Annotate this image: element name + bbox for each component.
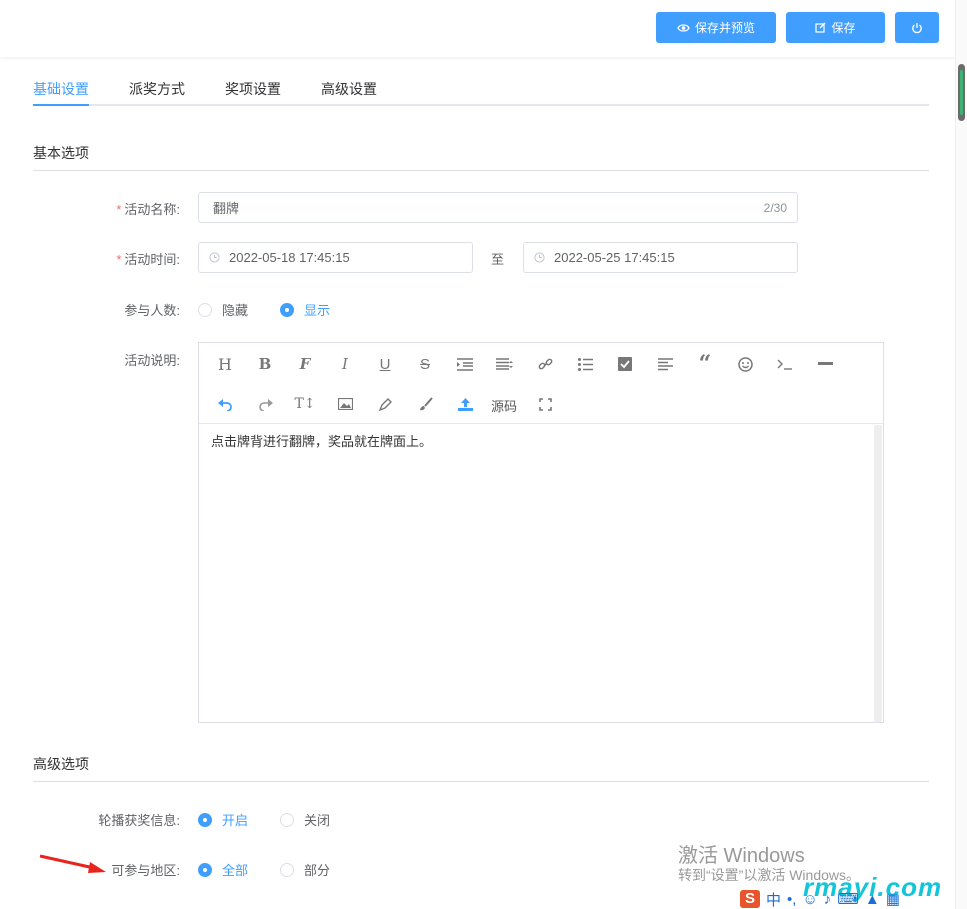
carousel-label: 轮播获奖信息: bbox=[98, 813, 180, 828]
redo-icon[interactable] bbox=[254, 393, 276, 415]
active-tab-indicator bbox=[33, 104, 89, 106]
end-time-picker[interactable]: 2022-05-25 17:45:15 bbox=[523, 242, 798, 273]
radio-dot bbox=[198, 302, 212, 317]
emoji-icon[interactable]: ☺ bbox=[802, 891, 817, 908]
top-bar: 保存并预览 保存 bbox=[0, 0, 955, 57]
editor-toolbar: H B F I U S “ T↕ 源码 bbox=[199, 343, 883, 424]
advanced-section-title: 高级选项 bbox=[33, 756, 89, 772]
activity-time-label: * 活动时间: bbox=[116, 252, 180, 267]
advanced-section-divider bbox=[33, 781, 929, 782]
power-icon bbox=[911, 22, 923, 34]
eye-icon bbox=[677, 23, 690, 33]
power-button[interactable] bbox=[895, 12, 939, 43]
save-and-preview-label: 保存并预览 bbox=[694, 21, 755, 35]
tab-advanced-settings[interactable]: 高级设置 bbox=[321, 79, 377, 99]
rich-text-editor: H B F I U S “ T↕ 源码 点击牌背进行翻牌，奖品就在牌面上。 bbox=[198, 342, 884, 723]
edit-icon bbox=[815, 22, 826, 33]
radio-dot bbox=[198, 812, 212, 827]
ime-language[interactable]: 中 bbox=[766, 889, 781, 909]
bold-icon[interactable]: B bbox=[254, 353, 276, 375]
basic-section-title: 基本选项 bbox=[33, 145, 89, 161]
link-icon[interactable] bbox=[534, 353, 556, 375]
grid-icon[interactable]: ▦ bbox=[886, 890, 900, 908]
start-time-value: 2022-05-18 17:45:15 bbox=[229, 250, 350, 265]
sogou-logo-icon: S bbox=[740, 890, 760, 908]
radio-label: 部分 bbox=[304, 863, 331, 878]
list-icon[interactable] bbox=[574, 353, 596, 375]
description-label: 活动说明: bbox=[124, 353, 180, 368]
radio-label: 全部 bbox=[222, 863, 249, 878]
tab-basic-settings[interactable]: 基础设置 bbox=[33, 79, 89, 99]
source-code-button[interactable]: 源码 bbox=[491, 396, 517, 415]
ime-toolbar[interactable]: S 中 •, ☺ ♪ ⌨ ▲ ▦ bbox=[740, 889, 955, 909]
upload-icon[interactable] bbox=[454, 393, 476, 415]
clock-icon bbox=[209, 252, 220, 263]
line-height-icon[interactable] bbox=[494, 353, 516, 375]
align-icon[interactable] bbox=[654, 353, 676, 375]
italic-icon[interactable]: I bbox=[334, 353, 356, 375]
undo-icon[interactable] bbox=[214, 393, 236, 415]
emoji-icon[interactable] bbox=[734, 353, 756, 375]
start-time-picker[interactable]: 2022-05-18 17:45:15 bbox=[198, 242, 473, 273]
font-icon[interactable]: F bbox=[294, 353, 316, 375]
activity-name-char-count: 2/30 bbox=[763, 200, 787, 215]
editor-content[interactable]: 点击牌背进行翻牌，奖品就在牌面上。 bbox=[211, 431, 432, 450]
radio-dot bbox=[280, 862, 294, 877]
radio-dot bbox=[198, 862, 212, 877]
page-scrollbar-track[interactable] bbox=[955, 0, 967, 909]
page-scrollbar-thumb[interactable] bbox=[958, 64, 965, 121]
settings-tabs: 基础设置 派奖方式 奖项设置 高级设置 bbox=[33, 66, 929, 106]
activity-name-label: * 活动名称: bbox=[116, 202, 180, 217]
save-label: 保存 bbox=[831, 21, 856, 35]
tab-prize-settings[interactable]: 奖项设置 bbox=[225, 79, 281, 99]
radio-label: 开启 bbox=[222, 813, 249, 828]
strikethrough-icon[interactable]: S bbox=[414, 353, 436, 375]
horizontal-rule-icon[interactable] bbox=[814, 353, 836, 375]
code-icon[interactable] bbox=[774, 353, 796, 375]
region-radio-partial[interactable]: 部分 bbox=[280, 860, 330, 879]
region-radio-all[interactable]: 全部 bbox=[198, 860, 248, 879]
fullscreen-icon[interactable] bbox=[534, 393, 556, 415]
carousel-radio-off[interactable]: 关闭 bbox=[280, 810, 330, 829]
editor-scrollbar[interactable] bbox=[874, 425, 882, 722]
activity-name-value: 翻牌 bbox=[213, 201, 240, 216]
required-mark: * bbox=[116, 252, 122, 267]
radio-dot bbox=[280, 812, 294, 827]
microphone-icon[interactable]: ♪ bbox=[824, 891, 832, 908]
quote-icon[interactable]: “ bbox=[694, 351, 716, 377]
participants-radio-show[interactable]: 显示 bbox=[280, 300, 330, 319]
save-button[interactable]: 保存 bbox=[786, 12, 885, 43]
punctuation-icon[interactable]: •, bbox=[787, 891, 796, 908]
underline-icon[interactable]: U bbox=[374, 353, 396, 375]
activity-name-field[interactable]: 翻牌 2/30 bbox=[198, 192, 798, 223]
annotation-arrow-icon bbox=[39, 854, 106, 873]
checkbox-icon[interactable] bbox=[614, 353, 636, 375]
radio-label: 关闭 bbox=[304, 813, 331, 828]
participants-label: 参与人数: bbox=[124, 303, 180, 318]
radio-label: 显示 bbox=[304, 303, 331, 318]
heading-icon[interactable]: H bbox=[214, 353, 236, 375]
shirt-icon[interactable]: ▲ bbox=[865, 891, 880, 908]
pen-icon[interactable] bbox=[374, 393, 396, 415]
keyboard-icon[interactable]: ⌨ bbox=[837, 890, 859, 908]
carousel-radio-on[interactable]: 开启 bbox=[198, 810, 248, 829]
brush-icon[interactable] bbox=[414, 393, 436, 415]
participants-radio-hide[interactable]: 隐藏 bbox=[198, 300, 248, 319]
text-size-icon[interactable]: T↕ bbox=[294, 393, 316, 415]
radio-dot bbox=[280, 302, 294, 317]
tab-award-method[interactable]: 派奖方式 bbox=[129, 79, 185, 99]
clock-icon bbox=[534, 252, 545, 263]
time-range-separator: 至 bbox=[491, 252, 505, 267]
windows-activation-title: 激活 Windows bbox=[678, 845, 805, 867]
end-time-value: 2022-05-25 17:45:15 bbox=[554, 250, 675, 265]
basic-section-divider bbox=[33, 170, 929, 171]
indent-icon[interactable] bbox=[454, 353, 476, 375]
save-and-preview-button[interactable]: 保存并预览 bbox=[656, 12, 776, 43]
image-icon[interactable] bbox=[334, 393, 356, 415]
required-mark: * bbox=[116, 202, 122, 217]
radio-label: 隐藏 bbox=[222, 303, 249, 318]
